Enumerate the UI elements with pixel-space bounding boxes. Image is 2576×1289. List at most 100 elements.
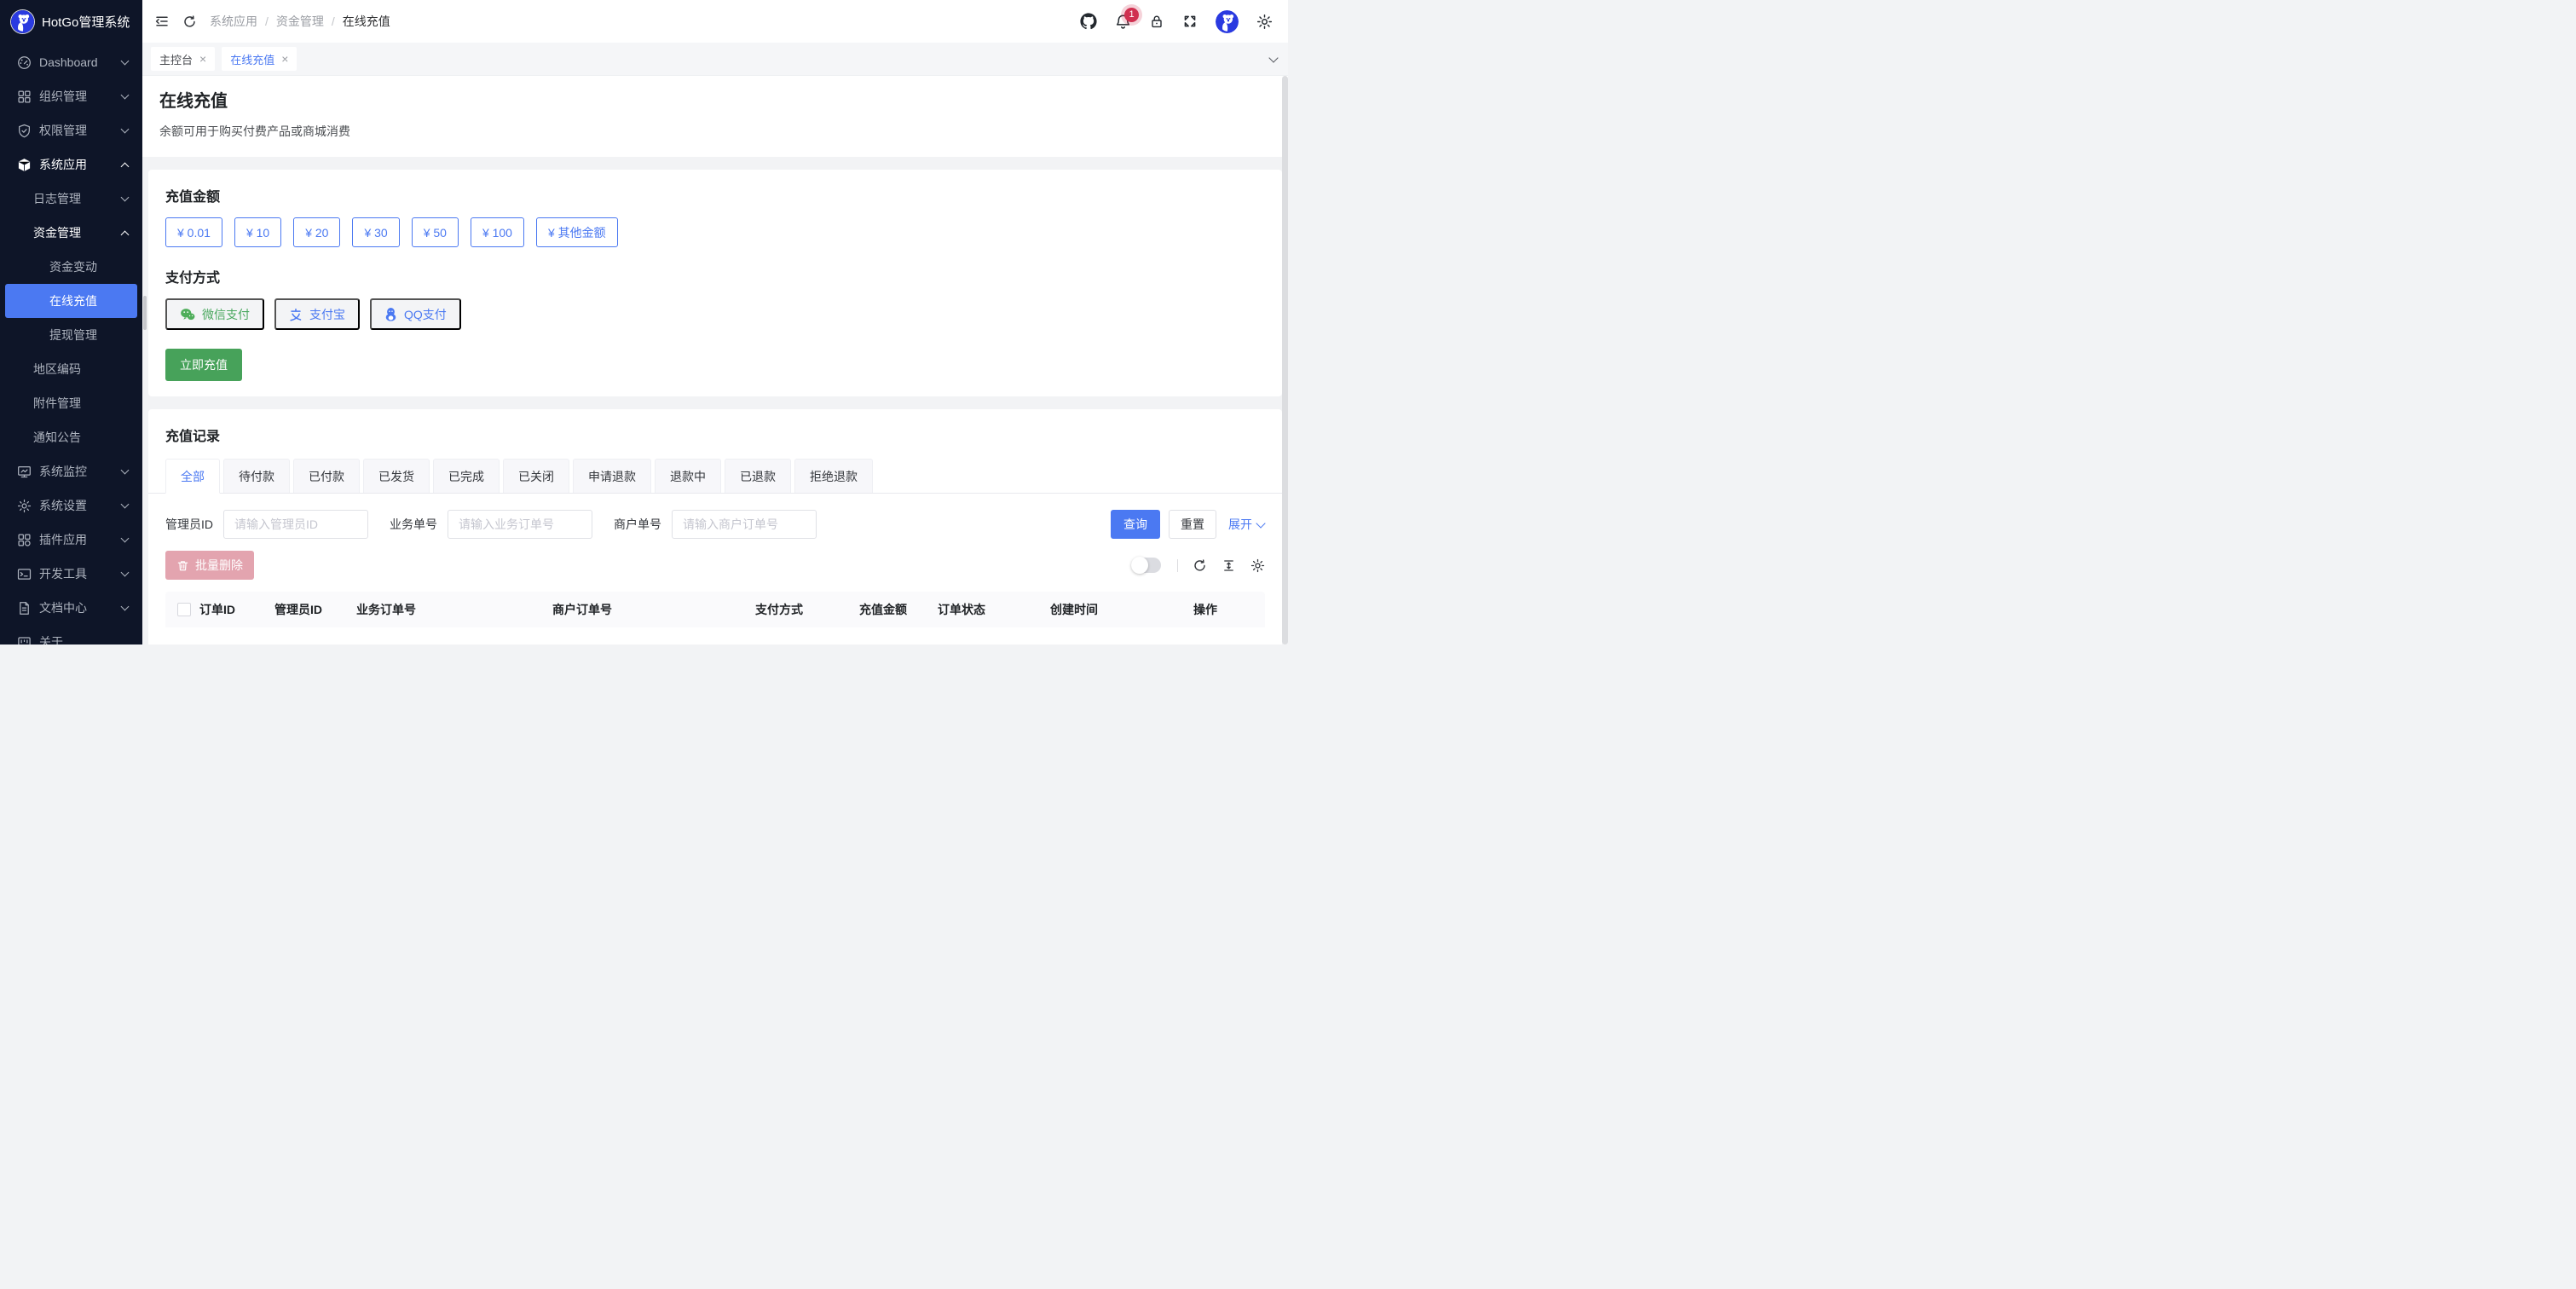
filter-input[interactable] xyxy=(223,510,368,539)
amount-option-button[interactable]: ¥ 20 xyxy=(293,217,340,247)
status-tab[interactable]: 待付款 xyxy=(223,459,290,493)
column-header: 创建时间 xyxy=(1050,601,1193,618)
sidebar-item[interactable]: 在线充值 xyxy=(5,284,137,318)
sidebar-item[interactable]: 提现管理 xyxy=(5,318,137,352)
sidebar-item[interactable]: 权限管理 xyxy=(5,113,137,147)
divider xyxy=(1177,559,1178,572)
chevron-icon xyxy=(121,93,129,101)
status-tab[interactable]: 申请退款 xyxy=(573,459,651,493)
payment-option-button[interactable]: QQ支付 xyxy=(370,298,461,330)
recharge-now-button[interactable]: 立即充值 xyxy=(165,349,242,381)
sidebar-item[interactable]: 资金变动 xyxy=(5,250,137,284)
sidebar-item[interactable]: 文档中心 xyxy=(5,591,137,625)
sidebar-item-label: 系统监控 xyxy=(39,463,87,480)
recharge-card: 充值金额 ¥ 0.01¥ 10¥ 20¥ 30¥ 50¥ 100¥ 其他金额 支… xyxy=(148,170,1282,396)
trash-icon xyxy=(176,559,189,572)
sidebar-item[interactable]: 系统应用 xyxy=(5,147,137,182)
batch-delete-button[interactable]: 批量删除 xyxy=(165,551,254,580)
status-tab[interactable]: 已付款 xyxy=(293,459,360,493)
chevron-icon xyxy=(121,195,129,203)
user-avatar[interactable] xyxy=(1216,10,1239,33)
search-button[interactable]: 查询 xyxy=(1111,510,1160,539)
column-settings-gear-icon[interactable] xyxy=(1250,558,1265,573)
settings-gear-icon[interactable] xyxy=(1256,14,1273,30)
sidebar: HotGo管理系统 Dashboard 组织管理 权限管理 系统应用 xyxy=(0,0,142,644)
filter-label: 管理员ID xyxy=(165,516,213,533)
org-grid-icon xyxy=(17,90,32,104)
sidebar-item-label: 资金管理 xyxy=(33,224,81,241)
sidebar-item[interactable]: 附件管理 xyxy=(5,386,137,420)
status-tab[interactable]: 已退款 xyxy=(725,459,791,493)
striped-toggle[interactable] xyxy=(1131,558,1161,573)
breadcrumb-label: 在线充值 xyxy=(343,13,390,30)
filter-input[interactable] xyxy=(672,510,817,539)
sidebar-item[interactable]: 组织管理 xyxy=(5,79,137,113)
tab-chip[interactable]: 在线充值 × xyxy=(222,47,297,71)
status-tab[interactable]: 拒绝退款 xyxy=(794,459,873,493)
sidebar-item-label: 附件管理 xyxy=(33,395,81,412)
status-tab[interactable]: 全部 xyxy=(165,459,220,494)
sidebar-item[interactable]: 通知公告 xyxy=(5,420,137,454)
amount-option-button[interactable]: ¥ 50 xyxy=(412,217,459,247)
select-all-checkbox[interactable] xyxy=(177,603,191,616)
amount-option-button[interactable]: ¥ 其他金额 xyxy=(536,217,618,247)
alipay-icon xyxy=(289,308,303,321)
fullscreen-icon[interactable] xyxy=(1182,14,1198,29)
amount-option-button[interactable]: ¥ 30 xyxy=(352,217,399,247)
tab-list-dropdown[interactable] xyxy=(1269,43,1278,75)
amount-option-button[interactable]: ¥ 0.01 xyxy=(165,217,222,247)
app-logo[interactable]: HotGo管理系统 xyxy=(0,0,142,43)
lock-screen-icon[interactable] xyxy=(1149,14,1164,29)
sidebar-item[interactable]: 地区编码 xyxy=(5,352,137,386)
table-options xyxy=(1131,558,1265,573)
page-scroll-area: 在线充值 余额可用于购买付费产品或商城消费 充值金额 ¥ 0.01¥ 10¥ 2… xyxy=(142,76,1288,644)
collapse-sidebar-icon[interactable] xyxy=(154,14,170,29)
app-title: HotGo管理系统 xyxy=(42,13,130,31)
sidebar-item[interactable]: 插件应用 xyxy=(5,523,137,557)
sidebar-item[interactable]: 关于 xyxy=(5,625,137,644)
column-header: 订单ID xyxy=(199,601,274,618)
filter-field: 业务单号 xyxy=(390,510,592,539)
amount-option-button[interactable]: ¥ 10 xyxy=(234,217,281,247)
payment-option-button[interactable]: 微信支付 xyxy=(165,298,264,330)
sidebar-item-label: 插件应用 xyxy=(39,531,87,548)
reset-button[interactable]: 重置 xyxy=(1169,510,1216,539)
breadcrumb-item[interactable]: / 在线充值 xyxy=(332,13,390,30)
sidebar-item[interactable]: 日志管理 xyxy=(5,182,137,216)
main-area: 系统应用 / 资金管理 / 在线充值 1 xyxy=(142,0,1288,644)
status-tab[interactable]: 已完成 xyxy=(433,459,500,493)
left-scrollbar-thumb[interactable] xyxy=(143,296,147,330)
breadcrumb-item[interactable]: 系统应用 xyxy=(210,13,257,30)
sidebar-item[interactable]: 资金管理 xyxy=(5,216,137,250)
status-tab[interactable]: 退款中 xyxy=(655,459,721,493)
sidebar-item[interactable]: 系统监控 xyxy=(5,454,137,488)
close-icon[interactable]: × xyxy=(281,53,288,65)
filter-input[interactable] xyxy=(448,510,592,539)
sidebar-item[interactable]: Dashboard xyxy=(5,45,137,79)
reload-table-icon[interactable] xyxy=(1193,558,1207,573)
filter-field: 商户单号 xyxy=(614,510,817,539)
notifications-bell-icon[interactable]: 1 xyxy=(1115,14,1131,30)
sidebar-item[interactable]: 开发工具 xyxy=(5,557,137,591)
sidebar-item-label: 系统应用 xyxy=(39,156,87,173)
tab-chip[interactable]: 主控台 × xyxy=(151,47,215,71)
breadcrumb-item[interactable]: / 资金管理 xyxy=(265,13,324,30)
top-header: 系统应用 / 资金管理 / 在线充值 1 xyxy=(142,0,1288,43)
expand-filters-link[interactable]: 展开 xyxy=(1228,516,1265,533)
github-icon[interactable] xyxy=(1080,13,1097,30)
status-tab[interactable]: 已发货 xyxy=(363,459,430,493)
tab-chip-label: 在线充值 xyxy=(230,51,274,67)
wechat-icon xyxy=(180,308,195,321)
close-icon[interactable]: × xyxy=(199,53,206,65)
amount-option-button[interactable]: ¥ 100 xyxy=(471,217,524,247)
vertical-scrollbar[interactable] xyxy=(1282,76,1288,644)
row-density-icon[interactable] xyxy=(1222,558,1236,573)
payment-option-button[interactable]: 支付宝 xyxy=(274,298,360,330)
plugin-grid-icon xyxy=(17,533,32,547)
chevron-icon xyxy=(121,161,129,169)
refresh-page-icon[interactable] xyxy=(182,14,197,29)
sidebar-item-label: 文档中心 xyxy=(39,599,87,616)
status-tab[interactable]: 已关闭 xyxy=(503,459,569,493)
records-table: 订单ID管理员ID业务订单号商户订单号支付方式充值金额订单状态创建时间操作 xyxy=(165,592,1265,644)
sidebar-item[interactable]: 系统设置 xyxy=(5,488,137,523)
